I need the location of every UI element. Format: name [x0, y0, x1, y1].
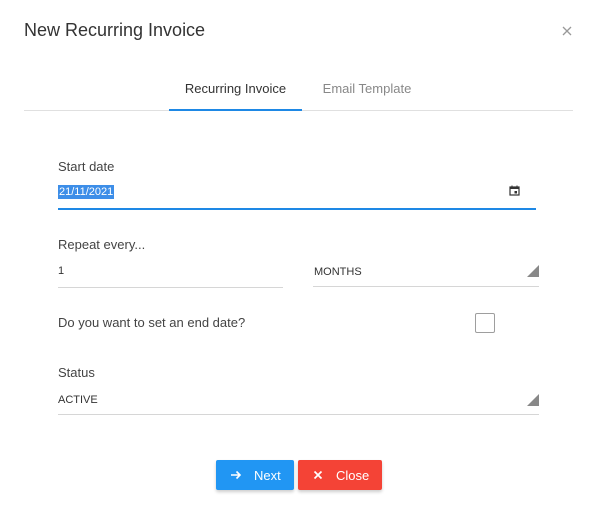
close-button-label: Close	[336, 467, 370, 483]
next-button-label: Next	[254, 467, 281, 483]
recurring-invoice-dialog: New Recurring Invoice Recurring Invoice …	[0, 0, 595, 520]
start-date-label: Start date	[58, 159, 115, 174]
dialog-title: New Recurring Invoice	[24, 20, 206, 40]
repeat-unit-underline	[313, 286, 539, 287]
tab-recurring-invoice[interactable]: Recurring Invoice	[169, 72, 302, 111]
tab-email-template[interactable]: Email Template	[306, 72, 428, 111]
close-icon	[313, 470, 323, 480]
repeat-unit-select[interactable]: MONTHS	[314, 266, 362, 278]
next-button[interactable]: Next	[216, 460, 294, 490]
calendar-icon[interactable]	[509, 185, 520, 196]
repeat-every-label: Repeat every...	[58, 237, 146, 252]
end-date-checkbox[interactable]	[475, 313, 495, 333]
close-button[interactable]: Close	[298, 460, 382, 490]
arrow-right-icon	[231, 470, 242, 480]
repeat-count-underline	[58, 287, 283, 288]
dropdown-arrow-icon[interactable]	[527, 394, 539, 406]
status-select[interactable]: ACTIVE	[58, 394, 98, 406]
repeat-count-input[interactable]: 1	[58, 265, 64, 277]
end-date-label: Do you want to set an end date?	[58, 315, 246, 330]
status-underline	[58, 414, 539, 415]
status-label: Status	[58, 365, 95, 380]
start-date-input[interactable]: 21/11/2021	[58, 185, 115, 199]
start-date-underline	[58, 208, 536, 210]
dropdown-arrow-icon[interactable]	[527, 265, 539, 277]
close-icon[interactable]	[558, 22, 576, 40]
tab-bar: Recurring Invoice Email Template	[24, 72, 573, 111]
